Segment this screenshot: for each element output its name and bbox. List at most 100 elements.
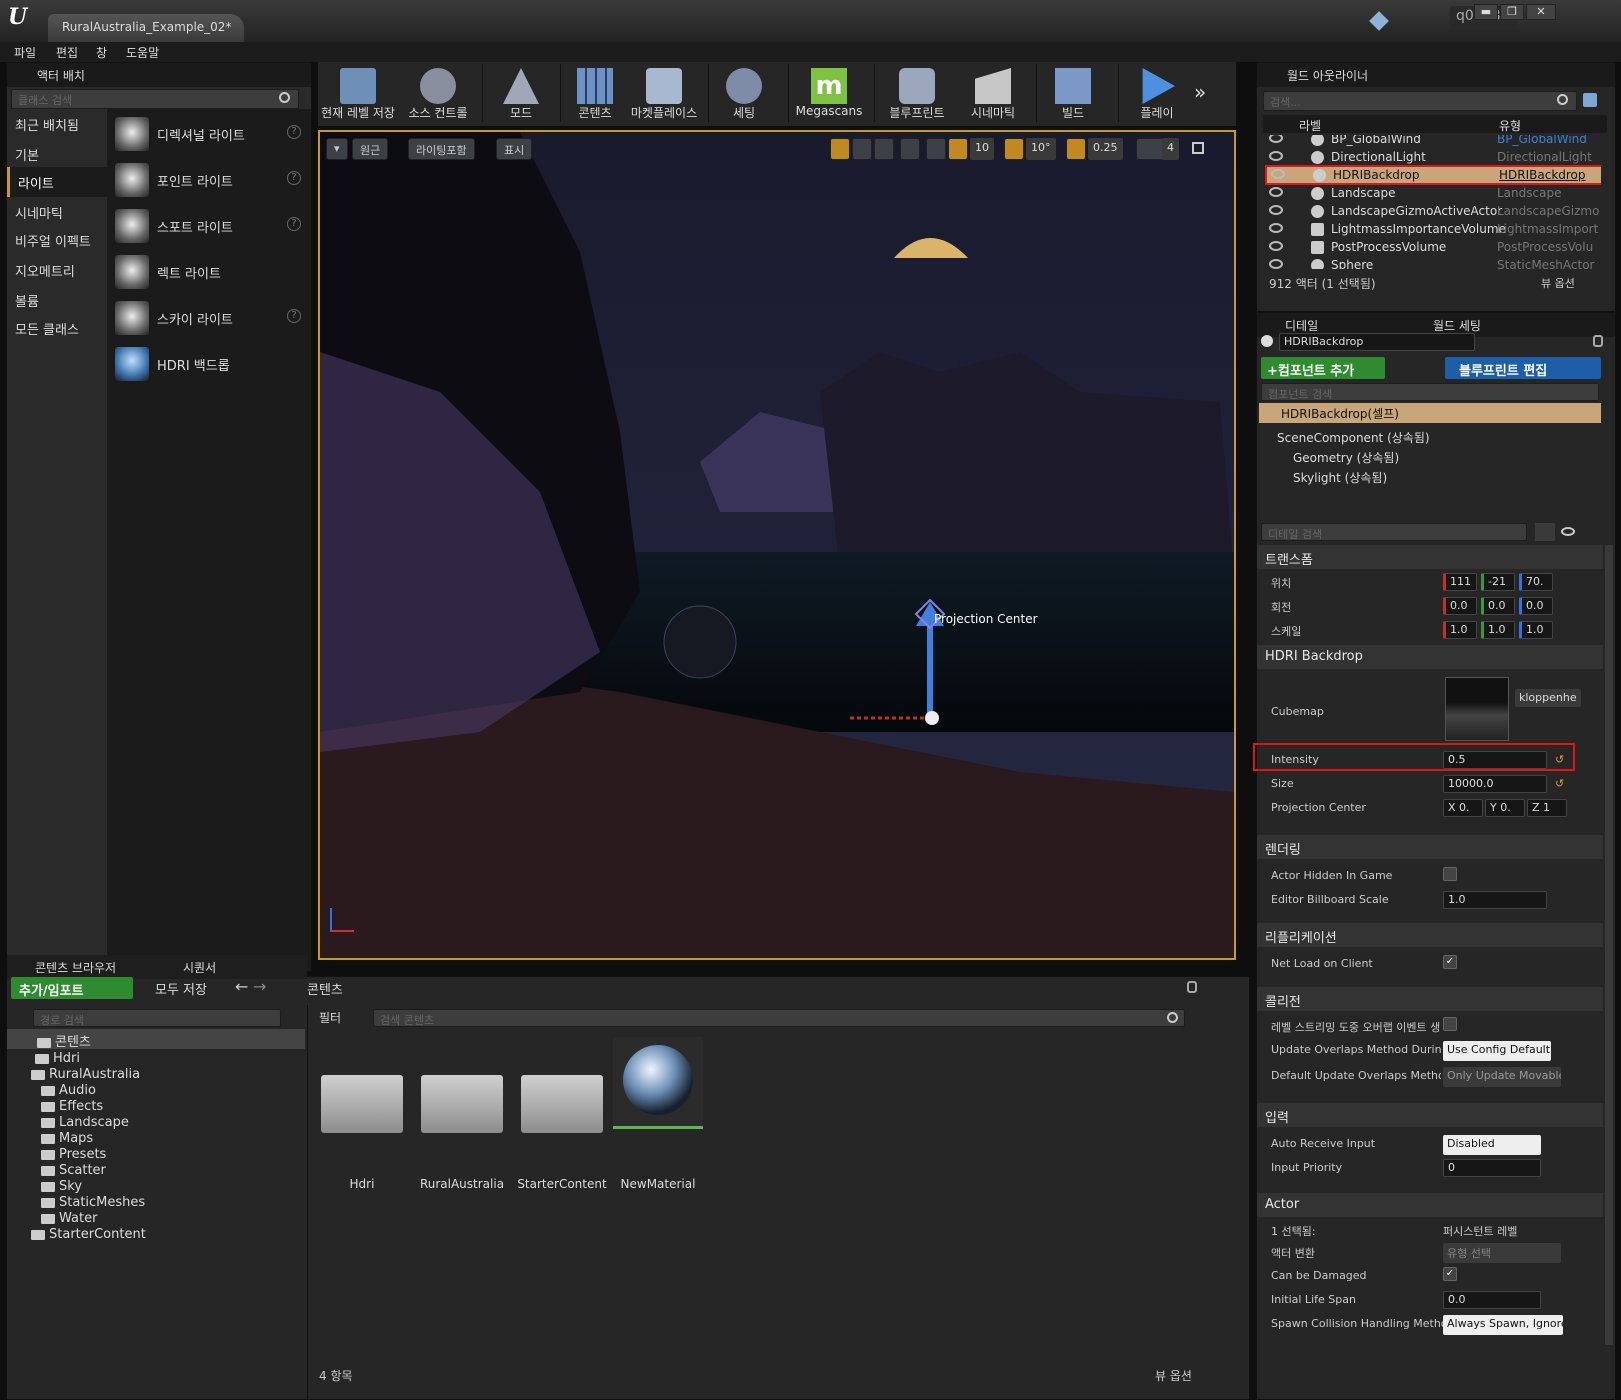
sky-light-item[interactable]: 스카이 라이트?: [107, 295, 311, 339]
content-view-options[interactable]: 뷰 옵션: [1155, 1367, 1192, 1384]
reset-to-default-icon[interactable]: ↺: [1555, 753, 1564, 766]
category-recent[interactable]: 최근 배치됨: [7, 109, 107, 139]
toolbar-overflow-icon[interactable]: »: [1194, 80, 1206, 104]
tree-node-water[interactable]: Water: [41, 1211, 97, 1226]
category-visual-effects[interactable]: 비주얼 이펙트: [7, 225, 107, 255]
menu-edit[interactable]: 편집: [56, 44, 78, 61]
location-z-field[interactable]: 70.: [1519, 573, 1553, 591]
location-label[interactable]: 위치: [1271, 575, 1291, 591]
settings-button[interactable]: 세팅: [712, 62, 776, 126]
visibility-icon[interactable]: [1269, 205, 1283, 215]
convert-actor-dropdown[interactable]: 유형 선택: [1443, 1243, 1561, 1263]
visibility-icon[interactable]: [1269, 241, 1283, 251]
outliner-row[interactable]: Landscape Landscape: [1265, 185, 1601, 203]
blueprints-button[interactable]: 블루프린트: [880, 62, 954, 126]
class-search-input[interactable]: 클래스 검색: [11, 89, 299, 109]
projection-z-field[interactable]: Z 1: [1527, 799, 1567, 817]
megascans-button[interactable]: m Megascans: [792, 62, 866, 126]
outliner-row[interactable]: LightmassImportanceVolume LightmassImport: [1265, 221, 1601, 239]
scene-component-row[interactable]: SceneComponent (상속됨): [1277, 429, 1430, 446]
projection-x-field[interactable]: X 0.: [1443, 799, 1483, 817]
tree-node-startercontent[interactable]: StarterContent: [31, 1227, 146, 1242]
size-field[interactable]: 10000.0: [1443, 775, 1547, 793]
back-arrow-icon[interactable]: ←: [235, 977, 248, 996]
filter-button[interactable]: 필터: [319, 1009, 341, 1026]
category-lights[interactable]: 라이트: [7, 167, 107, 197]
play-button[interactable]: 플레이: [1124, 62, 1190, 126]
content-search-input[interactable]: 검색 콘텐츠: [373, 1009, 1185, 1027]
category-volumes[interactable]: 볼륨: [7, 285, 107, 315]
component-search-input[interactable]: 컴포넌트 검색: [1261, 383, 1599, 401]
scale-x-field[interactable]: 1.0: [1443, 621, 1477, 639]
scale-snap-value[interactable]: 0.25: [1088, 138, 1123, 160]
tree-node-staticmeshes[interactable]: StaticMeshes: [41, 1195, 145, 1210]
type-column-header[interactable]: 유형: [1499, 117, 1521, 134]
replication-section[interactable]: 리플리케이션: [1257, 923, 1603, 947]
scale-label[interactable]: 스케일: [1271, 623, 1301, 639]
skylight-component-row[interactable]: Skylight (상속됨): [1293, 469, 1387, 486]
spot-light-item[interactable]: 스포트 라이트?: [107, 203, 311, 247]
perspective-button[interactable]: 원근: [352, 138, 389, 160]
billboard-scale-field[interactable]: 1.0: [1443, 891, 1547, 909]
menu-help[interactable]: 도움말: [126, 44, 159, 61]
location-y-field[interactable]: -21: [1481, 573, 1515, 591]
actor-type[interactable]: BP_GlobalWind: [1497, 135, 1601, 146]
outliner-row[interactable]: PostProcessVolume PostProcessVolu: [1265, 239, 1601, 257]
initial-life-span-field[interactable]: 0.0: [1443, 1291, 1541, 1309]
tree-node-hdri[interactable]: Hdri: [35, 1051, 80, 1066]
tree-node-presets[interactable]: Presets: [41, 1147, 106, 1162]
content-button[interactable]: 콘텐츠: [564, 62, 626, 126]
rotation-snap-value[interactable]: 10°: [1026, 138, 1056, 160]
details-scrollbar[interactable]: [1605, 545, 1613, 1345]
translate-icon[interactable]: [830, 138, 850, 160]
forward-arrow-icon[interactable]: →: [253, 977, 266, 996]
rotation-z-field[interactable]: 0.0: [1519, 597, 1553, 615]
intensity-field[interactable]: 0.5: [1443, 751, 1547, 769]
rotation-x-field[interactable]: 0.0: [1443, 597, 1477, 615]
close-button[interactable]: ✕: [1526, 4, 1556, 20]
lighting-mode-button[interactable]: 라이팅포함: [408, 138, 475, 160]
tree-node-ruralaustralia[interactable]: RuralAustralia: [31, 1067, 140, 1082]
outliner-row[interactable]: Sphere StaticMeshActor: [1265, 257, 1601, 269]
category-all-classes[interactable]: 모든 클래스: [7, 313, 107, 343]
help-icon[interactable]: ?: [287, 309, 301, 323]
hdri-backdrop-item[interactable]: HDRI 백드롭: [107, 341, 311, 385]
scale-y-field[interactable]: 1.0: [1481, 621, 1515, 639]
overlap-events-checkbox[interactable]: [1443, 1017, 1457, 1031]
visibility-icon[interactable]: [1269, 223, 1283, 233]
source-control-icon[interactable]: [1369, 11, 1389, 31]
category-basic[interactable]: 기본: [7, 139, 107, 169]
net-load-checkbox[interactable]: ✓: [1443, 955, 1457, 969]
point-light-item[interactable]: 포인트 라이트?: [107, 157, 311, 201]
visibility-icon[interactable]: [1269, 259, 1283, 269]
actor-type[interactable]: HDRIBackdrop: [1499, 168, 1601, 182]
outliner-row[interactable]: LandscapeGizmoActiveActor LandscapeGizmo: [1265, 203, 1601, 221]
world-settings-tab[interactable]: 월드 세팅: [1433, 317, 1481, 334]
modes-button[interactable]: 모드: [486, 62, 556, 126]
marketplace-button[interactable]: 마켓플레이스: [624, 62, 704, 126]
outliner-tab[interactable]: 월드 아웃라이너: [1287, 67, 1368, 84]
edit-blueprint-button[interactable]: 블루프린트 편집: [1445, 357, 1601, 379]
visibility-icon[interactable]: [1269, 151, 1283, 161]
help-icon[interactable]: ?: [287, 125, 301, 139]
asset-newmaterial[interactable]: NewMaterial: [613, 1037, 703, 1191]
tree-node-audio[interactable]: Audio: [41, 1083, 96, 1098]
outliner-row[interactable]: BP_GlobalWind BP_GlobalWind: [1265, 135, 1601, 149]
category-cinematic[interactable]: 시네마틱: [7, 197, 107, 227]
transform-section[interactable]: 트랜스폼: [1257, 545, 1603, 569]
add-component-button[interactable]: +컴포넌트 추가: [1261, 357, 1385, 379]
pin-icon[interactable]: [1583, 93, 1597, 107]
source-control-button[interactable]: 소스 컨트롤: [398, 62, 478, 126]
location-x-field[interactable]: 111: [1443, 573, 1477, 591]
lock-icon[interactable]: [1187, 981, 1197, 993]
level-viewport[interactable]: ▾ 원근 라이팅포함 표시 10 10° 0.25 4 Projection C…: [318, 130, 1236, 960]
content-browser-tab[interactable]: 콘텐츠 브라우저: [35, 959, 116, 976]
path-search-input[interactable]: 경로 검색: [33, 1009, 281, 1027]
scale-z-field[interactable]: 1.0: [1519, 621, 1553, 639]
view-options-eye-icon[interactable]: [1561, 527, 1575, 536]
outliner-search-input[interactable]: 검색...: [1263, 91, 1577, 111]
tree-node-effects[interactable]: Effects: [41, 1099, 103, 1114]
cubemap-asset-dropdown[interactable]: kloppenhe: [1515, 689, 1581, 707]
show-button[interactable]: 표시: [496, 138, 533, 160]
asset-folder-ruralaustralia[interactable]: RuralAustralia: [417, 1065, 507, 1191]
